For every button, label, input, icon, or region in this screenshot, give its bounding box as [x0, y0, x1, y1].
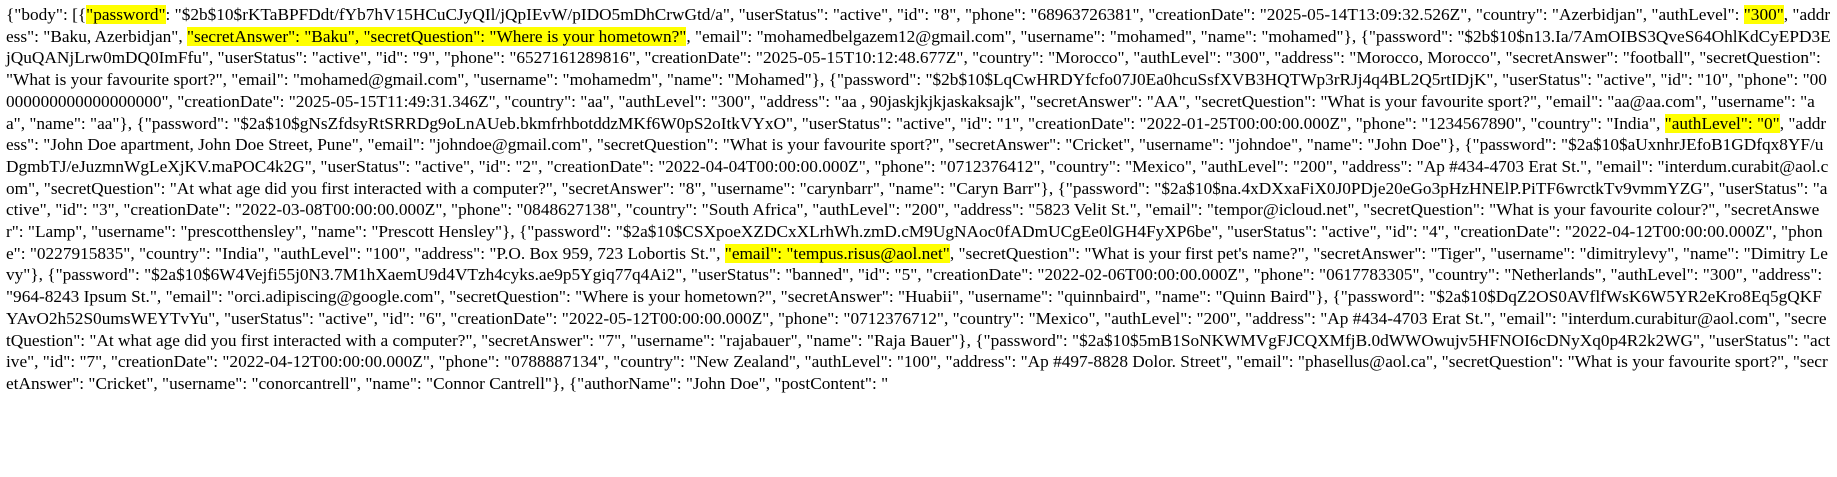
highlighted-json-text: "password": [86, 5, 166, 24]
highlighted-json-text: "secretAnswer": "Baku", "secretQuestion"…: [186, 26, 687, 46]
highlighted-json-text: "300": [1743, 5, 1784, 24]
raw-json-response: {"body": [{"password": "$2b$10$rKTaBPFDd…: [0, 0, 1837, 395]
json-text: , "secretQuestion": "What is your first …: [6, 243, 1831, 393]
json-text: {"body": [{: [6, 5, 87, 24]
json-text: : "$2b$10$rKTaBPFDdt/fYb7hV15HCuCJyQIl/j…: [165, 5, 1744, 24]
json-text: , "address": "John Doe apartment, John D…: [6, 113, 1829, 263]
highlighted-json-text: "email": "tempus.risus@aol.net": [724, 243, 950, 263]
highlighted-json-text: "authLevel": "0": [1664, 113, 1780, 133]
